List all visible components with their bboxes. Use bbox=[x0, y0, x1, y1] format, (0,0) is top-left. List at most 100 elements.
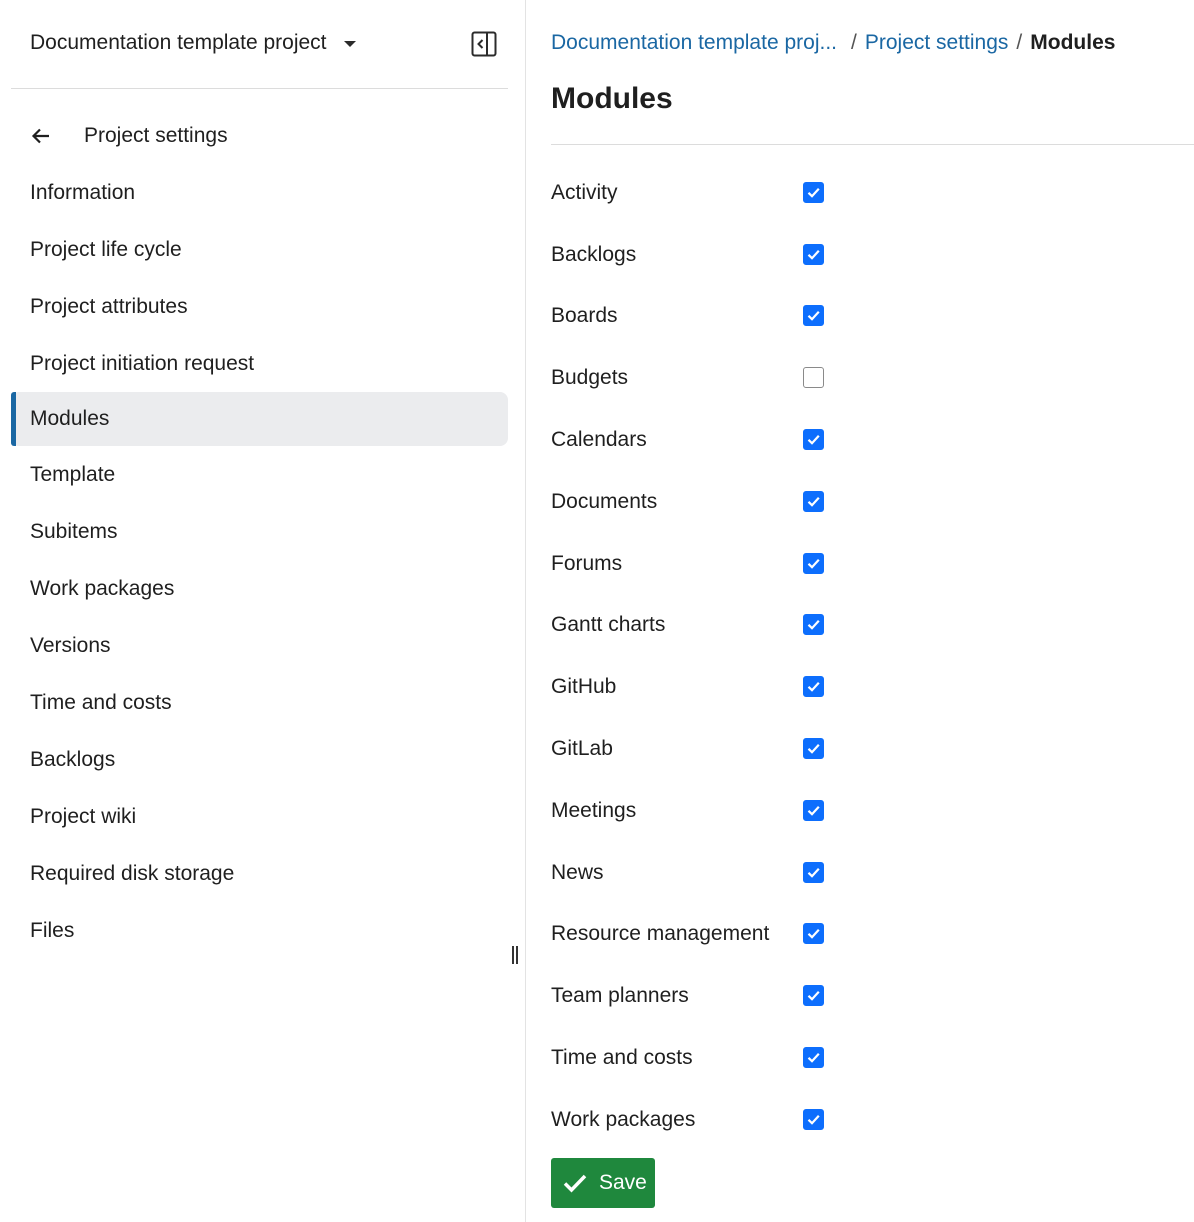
module-checkbox[interactable] bbox=[803, 181, 824, 203]
modules-list: Activity Backlogs Boards Budgets Calendars Do… bbox=[551, 162, 851, 1151]
collapse-sidebar-icon[interactable] bbox=[471, 31, 497, 57]
breadcrumb-project-settings[interactable]: Project settings bbox=[865, 31, 1009, 55]
module-row: Work packages bbox=[551, 1089, 851, 1151]
sidebar-item[interactable]: Project wiki bbox=[11, 788, 508, 845]
module-row: Boards bbox=[551, 286, 851, 348]
module-label: Meetings bbox=[551, 798, 637, 822]
module-checkbox[interactable] bbox=[803, 1047, 824, 1069]
sidebar-item[interactable]: Subitems bbox=[11, 503, 508, 560]
resize-handle[interactable] bbox=[510, 944, 520, 966]
sidebar-item[interactable]: Time and costs bbox=[11, 674, 508, 731]
sidebar-item-label: Required disk storage bbox=[30, 861, 235, 885]
module-checkbox[interactable] bbox=[803, 985, 824, 1007]
sidebar-item-label: Subitems bbox=[30, 519, 118, 543]
sidebar-item-label: Project life cycle bbox=[30, 237, 182, 261]
checkmark-icon bbox=[563, 1174, 587, 1193]
module-label: Backlogs bbox=[551, 242, 637, 266]
module-checkbox[interactable] bbox=[803, 861, 824, 883]
breadcrumb-separator: / bbox=[1016, 31, 1023, 54]
sidebar-item-label: Files bbox=[30, 918, 75, 942]
module-checkbox[interactable] bbox=[803, 923, 824, 945]
sidebar-item-label: Modules bbox=[30, 407, 110, 430]
module-label: Gantt charts bbox=[551, 613, 666, 637]
sidebar-item[interactable]: Files bbox=[11, 902, 508, 959]
module-checkbox[interactable] bbox=[803, 429, 824, 451]
module-label: GitHub bbox=[551, 675, 617, 699]
sidebar-item[interactable]: Project attributes bbox=[11, 278, 508, 335]
module-checkbox[interactable] bbox=[803, 367, 824, 389]
breadcrumb-project[interactable]: Documentation template proj... bbox=[551, 31, 843, 55]
sidebar-item[interactable]: Project initiation request bbox=[11, 335, 508, 392]
sidebar: Documentation template project Project s… bbox=[0, 0, 526, 1222]
module-checkbox[interactable] bbox=[803, 614, 824, 636]
sidebar-item[interactable]: Work packages bbox=[11, 560, 508, 617]
module-row: Backlogs bbox=[551, 224, 851, 286]
caret-down-icon bbox=[343, 41, 356, 47]
module-label: Activity bbox=[551, 180, 618, 204]
sidebar-item[interactable]: Backlogs bbox=[11, 731, 508, 788]
sidebar-item-label: Project initiation request bbox=[30, 351, 255, 375]
module-row: Calendars bbox=[551, 409, 851, 471]
sidebar-item-label: Backlogs bbox=[30, 747, 116, 771]
module-row: Documents bbox=[551, 471, 851, 533]
sidebar-item-label: Work packages bbox=[30, 576, 175, 600]
module-label: Team planners bbox=[551, 984, 689, 1008]
breadcrumb-separator: / bbox=[851, 31, 857, 54]
project-name: Documentation template project bbox=[30, 31, 327, 54]
page-title: Modules bbox=[551, 82, 673, 115]
sidebar-item[interactable]: Versions bbox=[11, 617, 508, 674]
sidebar-item-label: Template bbox=[30, 462, 116, 486]
main-content: Documentation template proj... / Project… bbox=[551, 0, 1194, 1222]
module-checkbox[interactable] bbox=[803, 799, 824, 821]
module-checkbox[interactable] bbox=[803, 738, 824, 760]
back-label: Project settings bbox=[84, 124, 228, 147]
module-checkbox[interactable] bbox=[803, 305, 824, 327]
back-to-project-settings[interactable]: Project settings bbox=[30, 124, 228, 148]
module-label: Resource management bbox=[551, 922, 770, 946]
module-row: Meetings bbox=[551, 780, 851, 842]
module-row: GitLab bbox=[551, 718, 851, 780]
module-checkbox[interactable] bbox=[803, 676, 824, 698]
breadcrumb-current: Modules bbox=[1030, 31, 1116, 54]
module-row: Forums bbox=[551, 533, 851, 595]
module-label: Work packages bbox=[551, 1107, 696, 1131]
sidebar-item[interactable]: Modules bbox=[11, 392, 508, 446]
module-label: Boards bbox=[551, 304, 618, 328]
sidebar-item[interactable]: Project life cycle bbox=[11, 221, 508, 278]
module-label: Budgets bbox=[551, 366, 629, 390]
module-checkbox[interactable] bbox=[803, 1108, 824, 1130]
sidebar-item[interactable]: Information bbox=[11, 164, 508, 221]
divider bbox=[551, 144, 1194, 145]
breadcrumb: Documentation template proj... / Project… bbox=[551, 31, 1115, 55]
project-header: Documentation template project bbox=[11, 0, 508, 89]
settings-menu: Information Project life cycle Project att… bbox=[11, 164, 508, 959]
sidebar-item-label: Versions bbox=[30, 633, 111, 657]
sidebar-item[interactable]: Required disk storage bbox=[11, 845, 508, 902]
module-row: Activity bbox=[551, 162, 851, 224]
module-label: Forums bbox=[551, 551, 623, 575]
module-row: News bbox=[551, 842, 851, 904]
arrow-left-icon bbox=[31, 128, 49, 144]
module-row: Gantt charts bbox=[551, 595, 851, 657]
sidebar-item[interactable]: Template bbox=[11, 446, 508, 503]
save-button[interactable]: Save bbox=[551, 1158, 655, 1208]
sidebar-item-label: Information bbox=[30, 180, 136, 204]
project-selector[interactable]: Documentation template project bbox=[30, 31, 356, 55]
module-checkbox[interactable] bbox=[803, 552, 824, 574]
module-label: GitLab bbox=[551, 737, 613, 761]
sidebar-item-label: Time and costs bbox=[30, 690, 172, 714]
module-row: GitHub bbox=[551, 656, 851, 718]
module-row: Budgets bbox=[551, 347, 851, 409]
module-label: Documents bbox=[551, 489, 658, 513]
sidebar-item-label: Project wiki bbox=[30, 804, 137, 828]
sidebar-item-label: Project attributes bbox=[30, 294, 188, 318]
module-row: Team planners bbox=[551, 965, 851, 1027]
module-checkbox[interactable] bbox=[803, 243, 824, 265]
module-row: Time and costs bbox=[551, 1027, 851, 1089]
module-label: Time and costs bbox=[551, 1046, 693, 1070]
module-label: News bbox=[551, 860, 604, 884]
module-checkbox[interactable] bbox=[803, 490, 824, 512]
module-row: Resource management bbox=[551, 904, 851, 966]
module-label: Calendars bbox=[551, 428, 647, 452]
save-label: Save bbox=[599, 1171, 647, 1194]
